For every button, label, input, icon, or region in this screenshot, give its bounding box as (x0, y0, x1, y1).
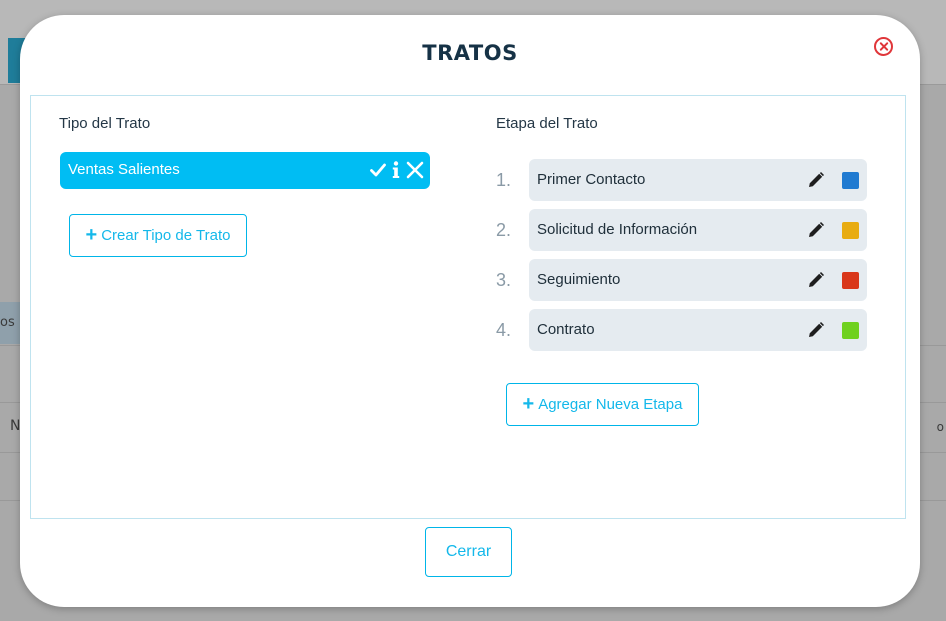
pencil-icon[interactable] (807, 271, 825, 289)
pencil-icon[interactable] (807, 321, 825, 339)
etapa-label: Primer Contacto (537, 171, 646, 188)
etapa-number: 2. (496, 220, 512, 240)
delete-icon[interactable] (406, 161, 424, 179)
etapa-number: 1. (496, 170, 512, 190)
background-right-text: o (936, 420, 944, 434)
etapa-item-seguimiento[interactable]: Seguimiento (529, 259, 867, 301)
pencil-icon[interactable] (807, 221, 825, 239)
background-row-text: N (10, 418, 21, 434)
tipo-item[interactable]: Ventas Salientes (60, 152, 430, 189)
color-swatch[interactable] (842, 222, 859, 239)
etapa-section-label: Etapa del Trato (496, 115, 598, 132)
color-swatch[interactable] (842, 322, 859, 339)
tratos-modal: TRATOS Tipo del Trato Ventas Salientes +… (20, 15, 920, 607)
modal-content: Tipo del Trato Ventas Salientes + Crear … (30, 95, 906, 519)
color-swatch[interactable] (842, 272, 859, 289)
add-etapa-label: Agregar Nueva Etapa (538, 396, 683, 413)
create-tipo-button[interactable]: + Crear Tipo de Trato (69, 214, 247, 257)
etapa-label: Solicitud de Información (537, 221, 698, 238)
tipo-section-label: Tipo del Trato (59, 115, 151, 132)
color-swatch[interactable] (842, 172, 859, 189)
etapa-label: Seguimiento (537, 271, 621, 288)
etapa-item-contrato[interactable]: Contrato (529, 309, 867, 351)
etapa-number: 3. (496, 270, 512, 290)
close-circle-icon[interactable] (874, 37, 893, 56)
etapa-item-solicitud-informacion[interactable]: Solicitud de Información (529, 209, 867, 251)
tipo-item-actions (370, 160, 424, 180)
plus-icon: + (85, 223, 98, 246)
add-etapa-button[interactable]: + Agregar Nueva Etapa (506, 383, 699, 426)
pencil-icon[interactable] (807, 171, 825, 189)
info-icon[interactable] (392, 161, 400, 179)
check-icon[interactable] (370, 163, 386, 177)
modal-title: TRATOS (422, 41, 518, 65)
tipo-item-label: Ventas Salientes (68, 161, 180, 178)
etapa-label: Contrato (537, 321, 595, 338)
cerrar-button[interactable]: Cerrar (425, 527, 512, 577)
create-tipo-label: Crear Tipo de Trato (101, 227, 231, 244)
etapa-item-primer-contacto[interactable]: Primer Contacto (529, 159, 867, 201)
plus-icon: + (522, 392, 535, 415)
etapa-number: 4. (496, 320, 512, 340)
